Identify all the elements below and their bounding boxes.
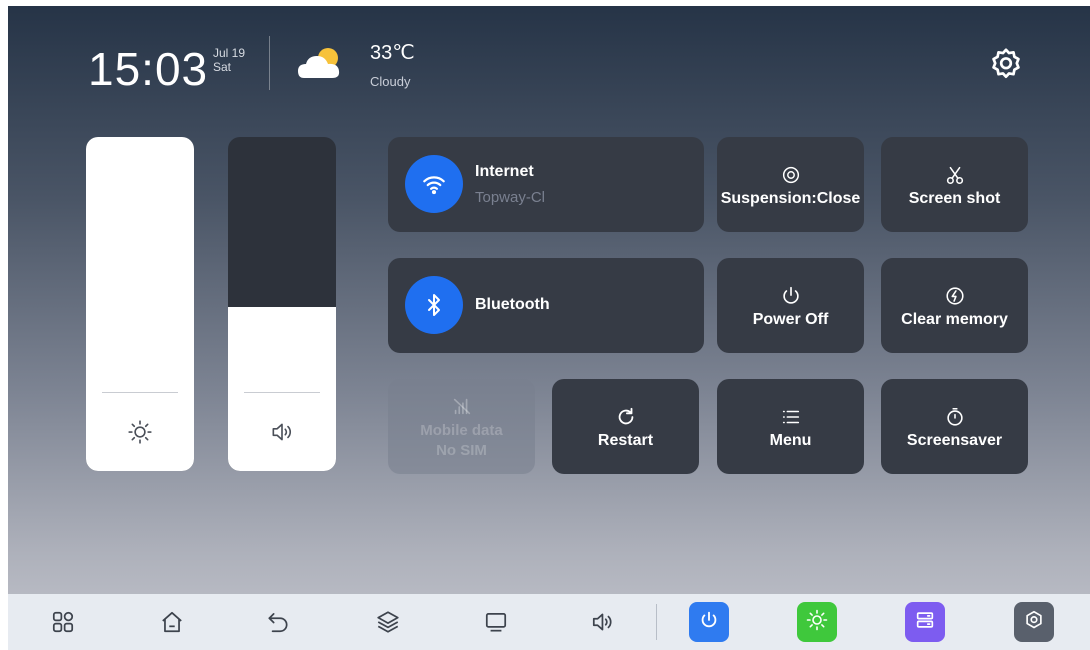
- volume-icon[interactable]: [583, 602, 623, 642]
- bluetooth-icon: [405, 276, 463, 334]
- clear-memory-tile[interactable]: Clear memory: [881, 258, 1028, 353]
- screenshot-tile[interactable]: Screen shot: [881, 137, 1028, 232]
- screenshot-label: Screen shot: [908, 189, 1001, 207]
- clock-date: Jul 19 Sat: [213, 46, 245, 74]
- back-icon[interactable]: [258, 602, 298, 642]
- clock-time: 15:03: [88, 43, 209, 95]
- speaker-icon: [228, 415, 336, 449]
- monitor-icon[interactable]: [476, 602, 516, 642]
- suspension-label: Suspension:Close: [720, 189, 861, 207]
- apps-icon[interactable]: [43, 602, 83, 642]
- bluetooth-label: Bluetooth: [475, 296, 550, 313]
- volume-slider[interactable]: [228, 137, 336, 471]
- settings-gear-icon[interactable]: [986, 44, 1026, 84]
- refresh-icon: [615, 404, 637, 430]
- signal-off-icon: [451, 393, 473, 419]
- power-icon: [698, 609, 720, 636]
- timer-icon: [944, 404, 966, 430]
- internet-network-name: Topway-Cl: [475, 189, 546, 206]
- bluetooth-tile[interactable]: Bluetooth: [388, 258, 704, 353]
- header-divider: [269, 36, 270, 90]
- mobile-data-sim-status: No SIM: [436, 441, 487, 459]
- suspension-tile[interactable]: Suspension:Close: [717, 137, 864, 232]
- power-app-button[interactable]: [689, 602, 729, 642]
- restart-label: Restart: [597, 431, 654, 449]
- brightness-app-button[interactable]: [797, 602, 837, 642]
- bottom-navigation-bar: [8, 594, 1090, 650]
- screensaver-tile[interactable]: Screensaver: [881, 379, 1028, 474]
- menu-label: Menu: [769, 431, 812, 449]
- list-icon: [780, 404, 802, 430]
- target-icon: [780, 162, 802, 188]
- layers-icon[interactable]: [368, 602, 408, 642]
- wifi-icon: [405, 155, 463, 213]
- lightning-circle-icon: [944, 283, 966, 309]
- internet-tile[interactable]: Internet Topway-Cl: [388, 137, 704, 232]
- home-icon[interactable]: [152, 602, 192, 642]
- temperature: 33℃: [370, 42, 415, 64]
- menu-tile[interactable]: Menu: [717, 379, 864, 474]
- slider-divider: [244, 392, 320, 393]
- partly-cloudy-icon: [294, 44, 350, 84]
- power-off-label: Power Off: [752, 310, 829, 328]
- mobile-data-tile: Mobile data No SIM: [388, 379, 535, 474]
- mobile-data-label: Mobile data: [420, 421, 503, 439]
- power-off-tile[interactable]: Power Off: [717, 258, 864, 353]
- restart-tile[interactable]: Restart: [552, 379, 699, 474]
- storage-icon: [914, 609, 936, 636]
- navbar-divider: [656, 604, 657, 640]
- settings-app-button[interactable]: [1014, 602, 1054, 642]
- weekday-label: Sat: [213, 60, 232, 74]
- control-center-panel: 15:03 Jul 19 Sat 33℃ Cloudy Internet Top…: [8, 6, 1090, 650]
- scissors-icon: [944, 162, 966, 188]
- weather-condition: Cloudy: [370, 74, 411, 89]
- screensaver-label: Screensaver: [906, 431, 1003, 449]
- storage-app-button[interactable]: [905, 602, 945, 642]
- clear-memory-label: Clear memory: [901, 310, 1008, 328]
- brightness-slider[interactable]: [86, 137, 194, 471]
- sun-icon: [805, 608, 829, 637]
- internet-label: Internet: [475, 163, 534, 180]
- date-label: Jul 19: [213, 46, 246, 60]
- settings-icon: [1023, 609, 1045, 636]
- slider-divider: [102, 392, 178, 393]
- sun-icon: [86, 415, 194, 449]
- power-icon: [780, 283, 802, 309]
